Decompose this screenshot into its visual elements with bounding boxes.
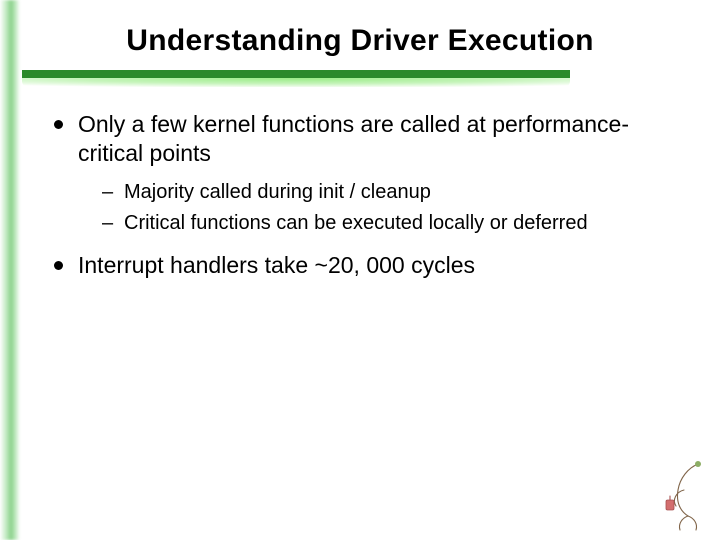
bullet-item: Only a few kernel functions are called a… bbox=[54, 110, 682, 237]
corner-doodle-icon bbox=[658, 458, 710, 536]
left-accent-bar bbox=[0, 0, 20, 540]
sub-bullet-item: Majority called during init / cleanup bbox=[102, 179, 682, 206]
sub-bullet-text: Critical functions can be executed local… bbox=[124, 212, 588, 234]
title-underline bbox=[22, 70, 570, 86]
bullet-text: Interrupt handlers take ~20, 000 cycles bbox=[78, 252, 475, 278]
bullet-text: Only a few kernel functions are called a… bbox=[78, 111, 629, 166]
slide-title: Understanding Driver Execution bbox=[0, 24, 720, 58]
slide: Understanding Driver Execution Only a fe… bbox=[0, 0, 720, 540]
bullet-item: Interrupt handlers take ~20, 000 cycles bbox=[54, 251, 682, 280]
content-area: Only a few kernel functions are called a… bbox=[54, 110, 682, 292]
sub-bullet-text: Majority called during init / cleanup bbox=[124, 181, 431, 203]
sub-bullet-item: Critical functions can be executed local… bbox=[102, 210, 682, 237]
